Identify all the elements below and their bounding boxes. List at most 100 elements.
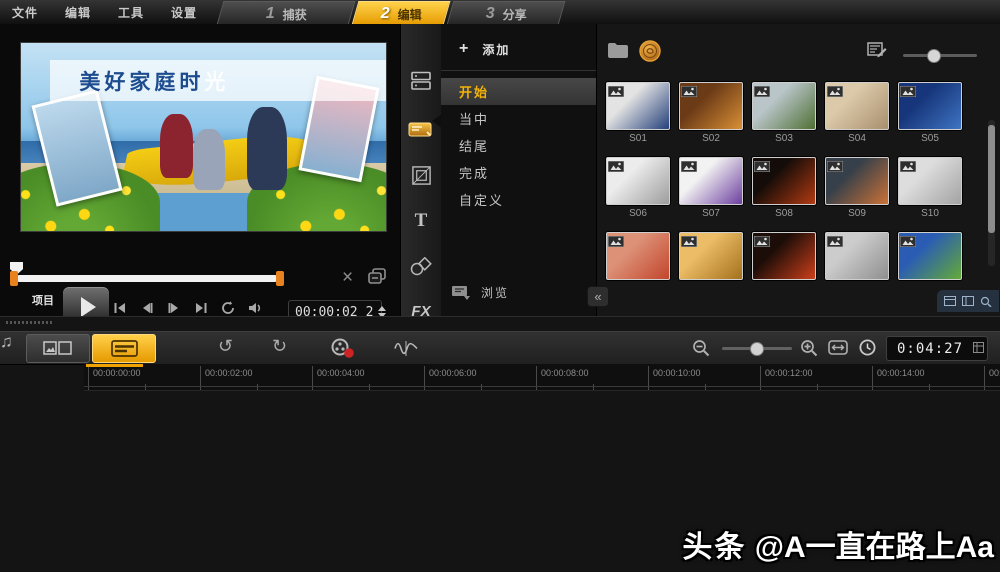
project-mode-label[interactable]: 项目 (32, 292, 54, 308)
thumbnail-S02[interactable]: S02 (679, 82, 743, 144)
graphic-library-icon[interactable] (401, 250, 441, 284)
photo-badge-icon (607, 234, 625, 252)
photo-badge-icon (680, 159, 698, 177)
ruler-tick-label: 00:00:10:00 (653, 368, 701, 378)
scrub-track[interactable] (16, 275, 278, 282)
smart-guide-icon[interactable] (867, 42, 887, 66)
ruler-tick-label: 00:00:08:00 (541, 368, 589, 378)
thumbnail-label: S03 (775, 133, 793, 144)
category-item[interactable]: 结尾 (441, 132, 596, 159)
library-nav-bar: T FX (400, 24, 442, 320)
zoom-in-button[interactable] (800, 339, 818, 362)
menu-item[interactable]: 工具 (118, 4, 144, 21)
sound-mixer-button[interactable] (394, 340, 418, 362)
photo-badge-icon (899, 234, 917, 252)
ruler-tick-label: 00:00:02:00 (205, 368, 253, 378)
top-menu-bar: 文件 编辑 工具 设置 1 捕获 2 编辑 3 分享 (0, 0, 1000, 25)
category-label: 开始 (459, 85, 490, 100)
preview-title-text: 美好家庭时 (79, 69, 205, 94)
category-item[interactable]: 完成 (441, 159, 596, 186)
gallery-pane-icon[interactable] (944, 296, 956, 306)
add-label: 添加 (482, 42, 511, 57)
menu-item[interactable]: 编辑 (65, 4, 91, 21)
category-label: 当中 (459, 112, 490, 127)
thumbnail-label: S09 (848, 208, 866, 219)
thumbnail-S10[interactable]: S10 (898, 157, 962, 219)
thumbnail-label: S05 (921, 133, 939, 144)
thumbnail-row3-5[interactable] (898, 232, 962, 280)
workflow-step-tab[interactable]: 1 捕获 (216, 1, 356, 25)
get-more-content-icon[interactable] (639, 40, 661, 67)
timeline-zoom-slider[interactable] (722, 342, 792, 356)
undo-button[interactable]: ↺ (218, 336, 233, 357)
cut-clip-icon[interactable]: × (342, 268, 353, 287)
add-button[interactable]: + 添加 (441, 36, 596, 62)
duration-clock-icon[interactable] (858, 338, 877, 362)
zoom-out-button[interactable] (692, 339, 710, 362)
thumbnail-S01[interactable]: S01 (606, 82, 670, 144)
thumbnail-S07[interactable]: S07 (679, 157, 743, 219)
media-library-icon[interactable] (401, 64, 441, 98)
record-capture-button[interactable] (330, 338, 355, 364)
thumbnail-S04[interactable]: S04 (825, 82, 889, 144)
enlarge-preview-icon[interactable] (368, 268, 387, 290)
thumbnail-label: S07 (702, 208, 720, 219)
thumbnail-row3-2[interactable] (679, 232, 743, 280)
collapse-panel-button[interactable]: « (587, 286, 609, 307)
photo-badge-icon (899, 159, 917, 177)
thumbnail-S05[interactable]: S05 (898, 82, 962, 144)
zoom-pane-icon[interactable] (980, 296, 992, 307)
trim-start-handle[interactable] (10, 271, 18, 286)
thumbnail-S08[interactable]: S08 (752, 157, 816, 219)
thumbnail-row3-4[interactable] (825, 232, 889, 280)
browse-button[interactable]: 浏览 (451, 284, 509, 301)
photo-badge-icon (753, 84, 771, 102)
storyboard-view-button[interactable] (26, 334, 90, 363)
photo-badge-icon (607, 159, 625, 177)
timeline-view-button[interactable] (92, 334, 156, 363)
workflow-step-tab[interactable]: 3 分享 (446, 1, 566, 25)
thumbnail-label: S04 (848, 133, 866, 144)
step-label: 捕获 (282, 7, 307, 21)
spin-up-icon[interactable] (378, 306, 387, 311)
trim-end-handle[interactable] (276, 271, 284, 286)
gallery-scrollbar[interactable] (988, 120, 995, 266)
photo-badge-icon (826, 159, 844, 177)
thumbnail-row3-1[interactable] (606, 232, 670, 280)
thumbnail-size-slider[interactable] (903, 49, 977, 63)
scrollbar-thumb[interactable] (988, 125, 995, 233)
workflow-step-tab[interactable]: 2 编辑 (351, 1, 451, 25)
category-item[interactable]: 开始 (441, 78, 596, 105)
selected-range-bar (86, 364, 143, 367)
thumbnail-row3-3[interactable] (752, 232, 816, 280)
options-pane-icon[interactable] (962, 296, 974, 306)
timeline-zoom-knob[interactable] (750, 342, 764, 356)
folder-icon[interactable] (607, 42, 629, 64)
photo-badge-icon (826, 234, 844, 252)
category-item[interactable]: 自定义 (441, 186, 596, 213)
thumbnail-S03[interactable]: S03 (752, 82, 816, 144)
category-item[interactable]: 当中 (441, 105, 596, 132)
thumbnail-S09[interactable]: S09 (825, 157, 889, 219)
panel-toggle-buttons[interactable] (937, 290, 999, 312)
preview-person-2 (192, 129, 226, 190)
ruler-tick-label: 00:00:00:00 (93, 368, 141, 378)
project-duration-display[interactable]: 0:04:27 (886, 336, 988, 361)
title-library-icon[interactable]: T (401, 204, 441, 238)
slider-knob[interactable] (927, 49, 941, 63)
redo-button[interactable]: ↻ (272, 336, 287, 357)
menu-item[interactable]: 文件 (12, 4, 38, 21)
transition-icon[interactable] (401, 158, 441, 192)
thumbnail-S06[interactable]: S06 (606, 157, 670, 219)
menu-item[interactable]: 设置 (171, 4, 197, 21)
preview-video[interactable]: 美好家庭时 光 (20, 42, 387, 232)
fit-project-button[interactable] (828, 340, 848, 360)
step-number: 1 (265, 4, 275, 22)
watermark: 头条 @A一直在路上Aa (682, 522, 994, 566)
ruler-tick-label: 00:00:16:00 (989, 368, 1000, 378)
plus-icon: + (459, 40, 469, 57)
photo-badge-icon (826, 84, 844, 102)
workflow-steps: 1 捕获 2 编辑 3 分享 (216, 1, 566, 25)
thumbnail-label: S02 (702, 133, 720, 144)
photo-badge-icon (899, 84, 917, 102)
